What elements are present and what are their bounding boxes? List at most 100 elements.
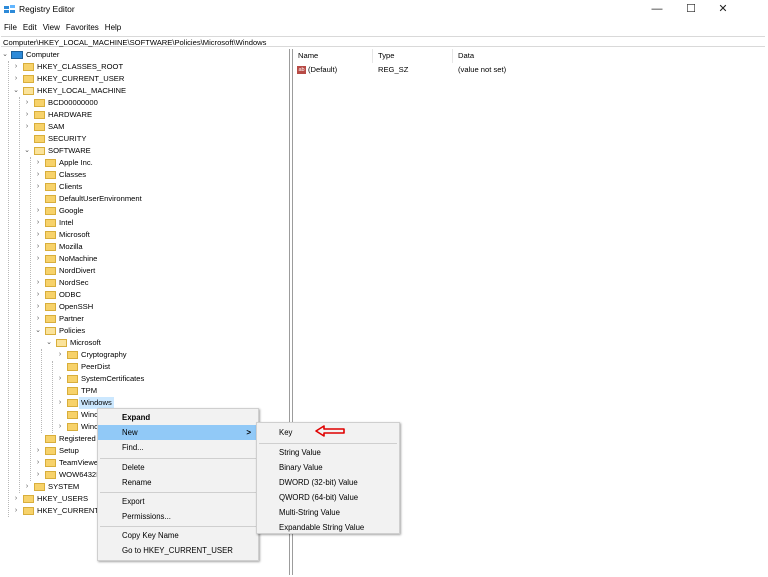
registry-editor-icon — [4, 5, 15, 14]
expand-arrow-icon[interactable]: › — [56, 421, 64, 433]
expand-arrow-icon[interactable]: › — [34, 241, 42, 253]
menu-goto-hkcu[interactable]: Go to HKEY_CURRENT_USER — [98, 543, 258, 558]
menu-new-expandable-string-value[interactable]: Expandable String Value — [257, 520, 399, 535]
expand-arrow-icon[interactable]: › — [34, 181, 42, 193]
folder-icon — [23, 63, 34, 71]
expand-arrow-icon[interactable]: › — [56, 397, 64, 409]
column-header-data[interactable]: Data — [458, 49, 474, 63]
folder-icon — [34, 123, 45, 131]
expand-arrow-icon[interactable]: › — [23, 481, 31, 493]
open-folder-icon — [34, 147, 45, 155]
folder-icon — [45, 447, 56, 455]
folder-icon — [34, 483, 45, 491]
list-header: Name Type Data — [294, 49, 764, 63]
close-button[interactable]: ✕ — [707, 0, 739, 19]
menu-favorites[interactable]: Favorites — [66, 21, 99, 34]
menu-delete[interactable]: Delete — [98, 460, 258, 475]
expand-arrow-icon[interactable]: › — [34, 301, 42, 313]
value-type: REG_SZ — [378, 65, 409, 74]
collapse-arrow-icon[interactable]: ⌄ — [1, 49, 9, 61]
expand-arrow-icon[interactable]: › — [34, 253, 42, 265]
expand-arrow-icon[interactable]: › — [56, 373, 64, 385]
menu-separator — [100, 458, 256, 459]
menu-rename[interactable]: Rename — [98, 475, 258, 490]
folder-icon — [45, 435, 56, 443]
folder-icon — [45, 291, 56, 299]
window-title: Registry Editor — [19, 4, 75, 14]
folder-icon — [45, 459, 56, 467]
collapse-arrow-icon[interactable]: ⌄ — [45, 337, 53, 349]
maximize-button[interactable]: ☐ — [675, 0, 707, 19]
value-name: (Default) — [308, 65, 338, 74]
column-header-type[interactable]: Type — [378, 49, 394, 63]
menu-file[interactable]: File — [4, 21, 17, 34]
menu-copy-key-name[interactable]: Copy Key Name — [98, 528, 258, 543]
expand-arrow-icon[interactable]: › — [34, 169, 42, 181]
menu-new-qword-value[interactable]: QWORD (64-bit) Value — [257, 490, 399, 505]
string-value-icon: ab — [297, 66, 306, 74]
expand-arrow-icon[interactable]: › — [34, 313, 42, 325]
menu-view[interactable]: View — [43, 21, 60, 34]
folder-icon — [45, 207, 56, 215]
column-divider[interactable] — [372, 49, 373, 63]
expand-arrow-icon[interactable]: › — [34, 289, 42, 301]
folder-icon — [23, 507, 34, 515]
menu-permissions[interactable]: Permissions... — [98, 509, 258, 524]
minimize-button[interactable]: — — [641, 0, 673, 19]
expand-arrow-icon[interactable]: › — [34, 277, 42, 289]
folder-icon — [45, 171, 56, 179]
folder-icon — [67, 375, 78, 383]
open-folder-icon — [23, 87, 34, 95]
menu-edit[interactable]: Edit — [23, 21, 37, 34]
expand-arrow-icon[interactable]: › — [23, 109, 31, 121]
collapse-arrow-icon[interactable]: ⌄ — [12, 85, 20, 97]
expand-arrow-icon[interactable]: › — [56, 349, 64, 361]
expand-arrow-icon[interactable]: › — [12, 493, 20, 505]
folder-icon — [45, 279, 56, 287]
column-header-name[interactable]: Name — [298, 49, 318, 63]
open-folder-icon — [45, 327, 56, 335]
folder-icon — [34, 111, 45, 119]
expand-arrow-icon[interactable]: › — [12, 505, 20, 517]
expand-arrow-icon[interactable]: › — [23, 121, 31, 133]
address-bar[interactable]: Computer\HKEY_LOCAL_MACHINE\SOFTWARE\Pol… — [1, 36, 765, 47]
folder-icon — [67, 351, 78, 359]
menu-new[interactable]: New > — [98, 425, 258, 440]
folder-icon — [45, 183, 56, 191]
menu-new-multi-string-value[interactable]: Multi-String Value — [257, 505, 399, 520]
collapse-arrow-icon[interactable]: ⌄ — [23, 145, 31, 157]
menu-expand[interactable]: Expand — [98, 410, 258, 425]
folder-icon — [23, 75, 34, 83]
expand-arrow-icon[interactable]: › — [34, 157, 42, 169]
expand-arrow-icon[interactable]: › — [12, 61, 20, 73]
menu-export[interactable]: Export — [98, 494, 258, 509]
folder-icon — [67, 423, 78, 431]
menu-new-string-value[interactable]: String Value — [257, 445, 399, 460]
expand-arrow-icon[interactable]: › — [34, 205, 42, 217]
collapse-arrow-icon[interactable]: ⌄ — [34, 325, 42, 337]
table-row[interactable]: ab (Default) REG_SZ (value not set) — [294, 64, 764, 76]
open-folder-icon — [56, 339, 67, 347]
expand-arrow-icon[interactable]: › — [34, 217, 42, 229]
title-bar: Registry Editor — ☐ ✕ — [0, 0, 768, 19]
expand-arrow-icon[interactable]: › — [12, 73, 20, 85]
menu-help[interactable]: Help — [105, 21, 121, 34]
expand-arrow-icon[interactable]: › — [34, 469, 42, 481]
folder-icon — [34, 99, 45, 107]
menu-new-binary-value[interactable]: Binary Value — [257, 460, 399, 475]
expand-arrow-icon[interactable]: › — [34, 457, 42, 469]
folder-icon — [45, 219, 56, 227]
folder-icon — [67, 387, 78, 395]
folder-icon — [45, 315, 56, 323]
menu-new-dword-value[interactable]: DWORD (32-bit) Value — [257, 475, 399, 490]
expand-arrow-icon[interactable]: › — [34, 229, 42, 241]
expand-arrow-icon[interactable]: › — [23, 97, 31, 109]
menu-find[interactable]: Find... — [98, 440, 258, 455]
menu-separator — [100, 526, 256, 527]
column-divider[interactable] — [452, 49, 453, 63]
menu-separator — [259, 443, 397, 444]
expand-arrow-icon[interactable]: › — [34, 445, 42, 457]
folder-icon — [67, 411, 78, 419]
menu-bar: File Edit View Favorites Help — [0, 21, 768, 34]
folder-icon — [45, 231, 56, 239]
